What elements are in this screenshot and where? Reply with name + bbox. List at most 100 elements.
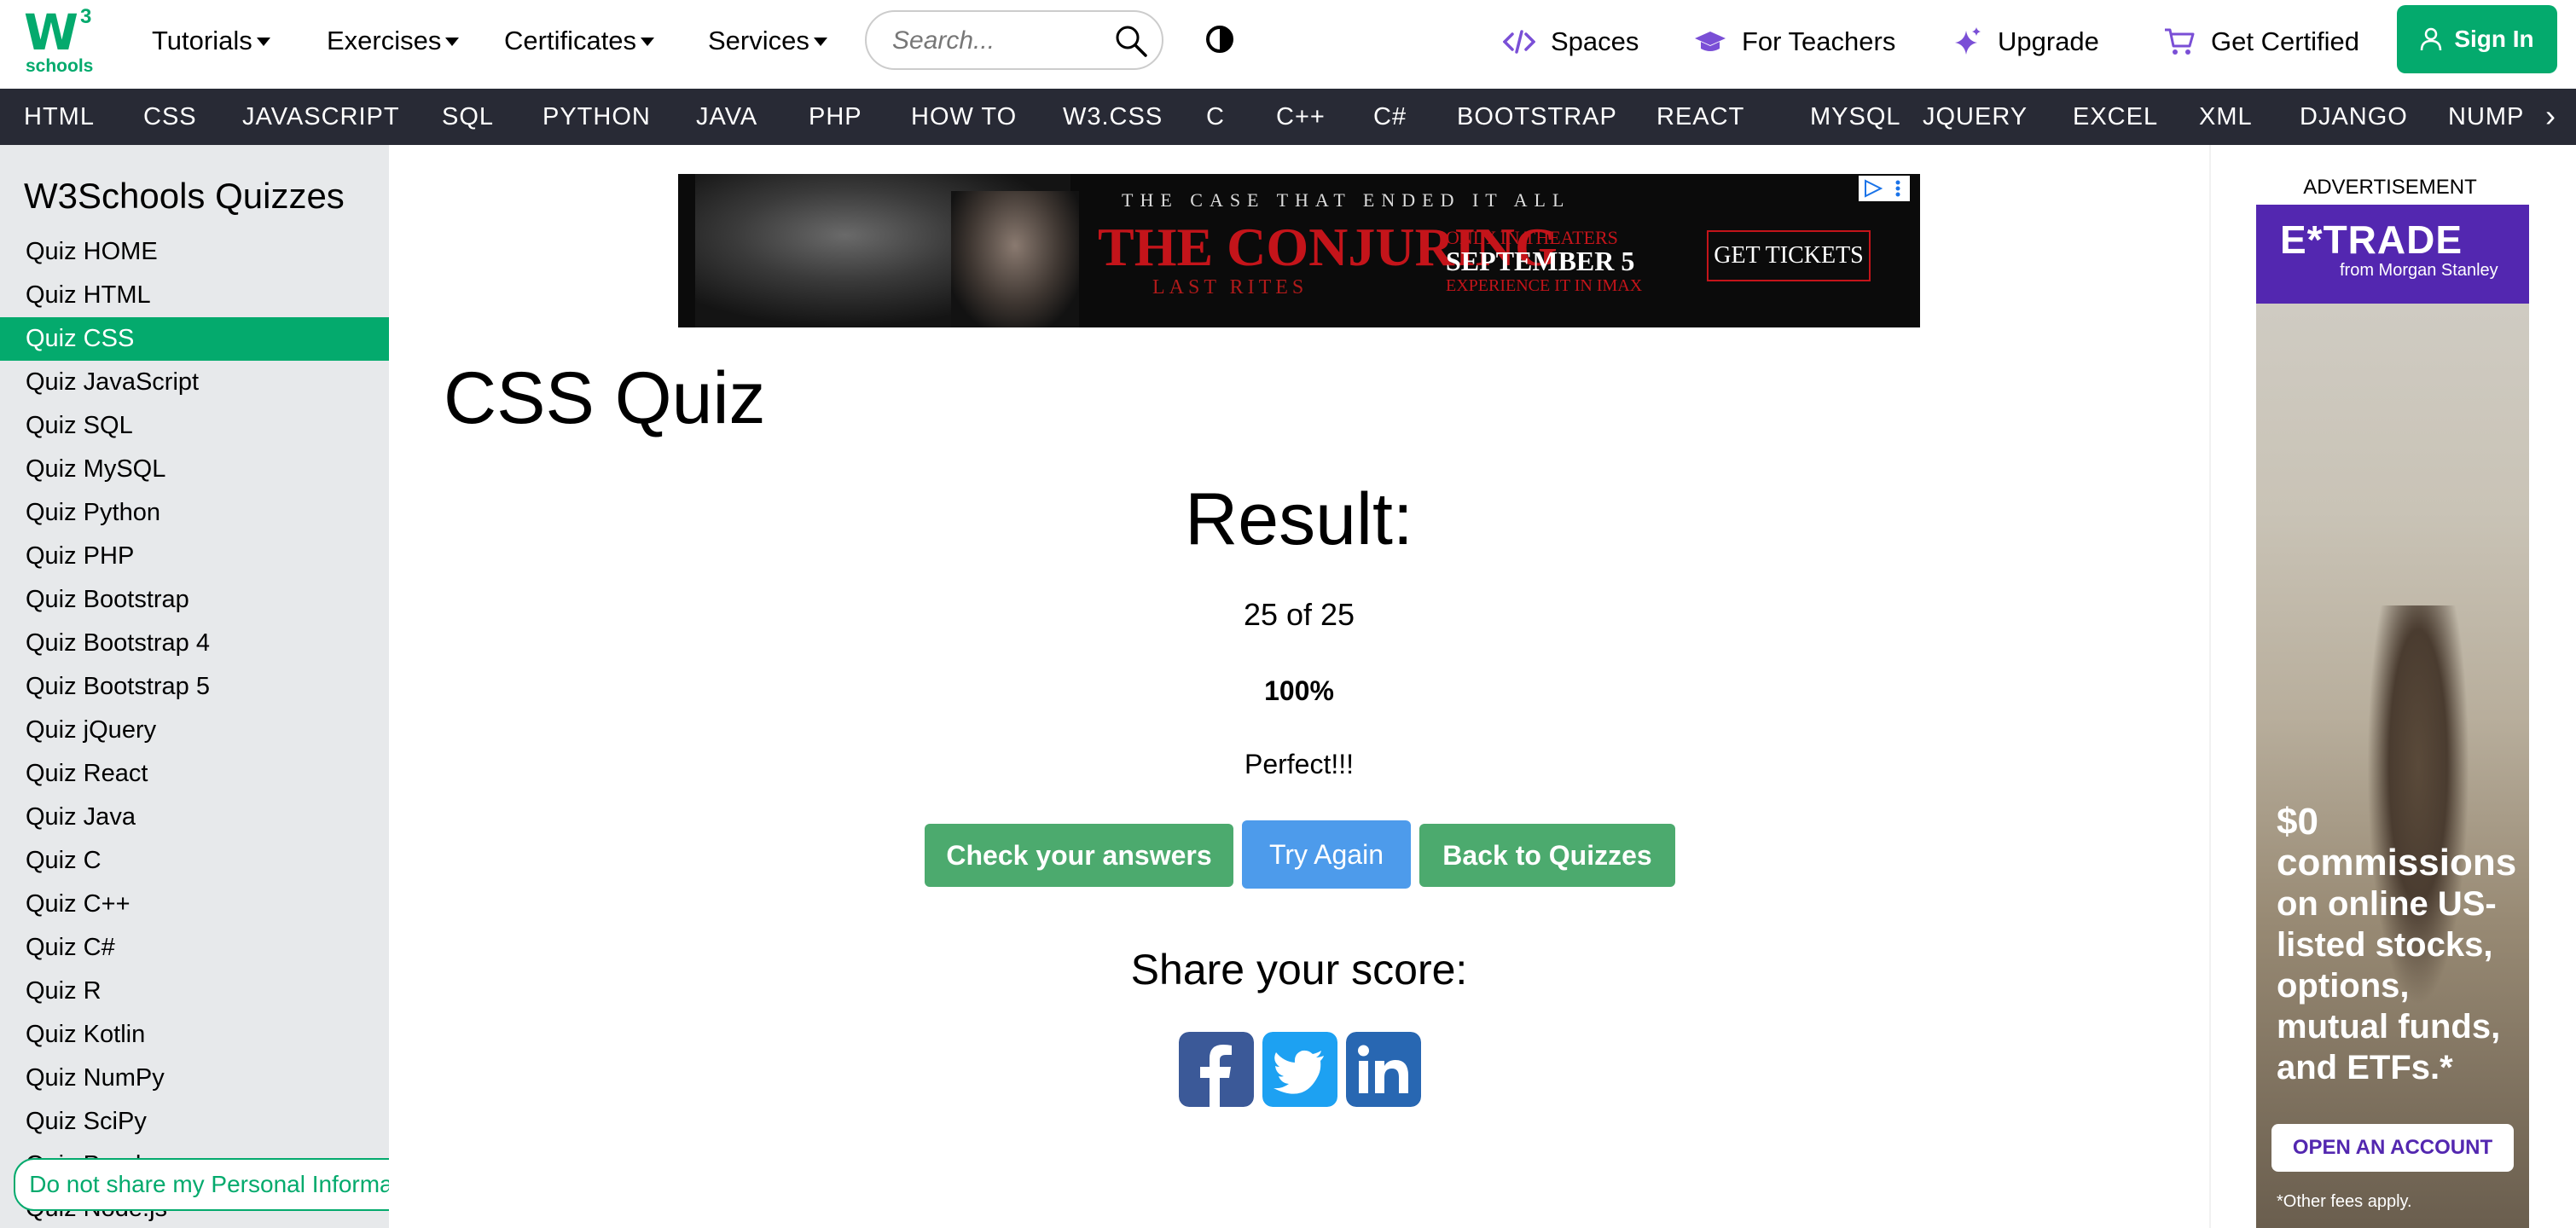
lang-item[interactable]: MYSQL	[1810, 89, 1901, 145]
open-account-button[interactable]: OPEN AN ACCOUNT	[2271, 1124, 2514, 1172]
w3schools-logo[interactable]: W 3 schools	[24, 3, 97, 76]
sidebar-title: W3Schools Quizzes	[24, 176, 345, 216]
sidebar-item[interactable]: Quiz C#	[0, 926, 389, 970]
nav-certificates-label: Certificates	[504, 26, 637, 55]
ad-brand: E*TRADE	[2280, 217, 2463, 262]
facebook-icon[interactable]	[1179, 1032, 1254, 1107]
banner-ad[interactable]: THE CASE THAT ENDED IT ALL THE CONJURING…	[678, 174, 1920, 327]
lang-item[interactable]: CSS	[143, 89, 197, 145]
sidebar-item[interactable]: Quiz React	[0, 752, 389, 796]
caret-down-icon	[813, 38, 827, 46]
ad-line-2: SEPTEMBER 5	[1446, 246, 1635, 276]
sidebar-item[interactable]: Quiz C++	[0, 883, 389, 926]
ad-copy: $0 commissions on online US-listed stock…	[2277, 802, 2524, 1088]
sidebar-item[interactable]: Quiz Bootstrap 5	[0, 665, 389, 709]
sidebar-item[interactable]: Quiz JavaScript	[0, 361, 389, 404]
sidebar-item[interactable]: Quiz PHP	[0, 535, 389, 578]
sidebar-item[interactable]: Quiz Python	[0, 491, 389, 535]
back-to-quizzes-button[interactable]: Back to Quizzes	[1419, 824, 1675, 887]
upgrade-link[interactable]: Upgrade	[1953, 22, 2099, 61]
search-input[interactable]	[892, 22, 1105, 60]
twitter-icon[interactable]	[1262, 1032, 1337, 1107]
sidebar-item[interactable]: Quiz NumPy	[0, 1057, 389, 1100]
ad-image-secondary	[951, 191, 1079, 327]
ad-subtitle: LAST RITES	[1152, 276, 1308, 298]
sidebar-item[interactable]: Quiz jQuery	[0, 709, 389, 752]
cart-icon	[2165, 28, 2195, 55]
page-title: CSS Quiz	[444, 357, 766, 439]
nav-certificates[interactable]: Certificates	[504, 24, 655, 58]
ad-copy-headline: $0 commissions	[2277, 801, 2517, 883]
spaces-link[interactable]: Spaces	[1503, 22, 1639, 61]
lang-item[interactable]: REACT	[1656, 89, 1744, 145]
sign-in-button[interactable]: Sign In	[2397, 5, 2557, 73]
get-certified-label: Get Certified	[2211, 26, 2360, 56]
sidebar-item-active[interactable]: Quiz CSS	[0, 317, 389, 361]
lang-item[interactable]: HTML	[24, 89, 95, 145]
for-teachers-link[interactable]: For Teachers	[1694, 22, 1895, 61]
ad-tagline: THE CASE THAT ENDED IT ALL	[1122, 189, 1571, 211]
sidebar-item[interactable]: Quiz SQL	[0, 404, 389, 448]
caret-down-icon	[256, 38, 270, 46]
lang-item[interactable]: JAVA	[696, 89, 757, 145]
advertisement-label: ADVERTISEMENT	[2303, 176, 2477, 199]
for-teachers-label: For Teachers	[1742, 26, 1896, 56]
check-answers-button[interactable]: Check your answers	[925, 824, 1233, 887]
try-again-button[interactable]: Try Again	[1242, 820, 1411, 889]
lang-item[interactable]: JAVASCRIPT	[242, 89, 400, 145]
sidebar-item[interactable]: Quiz Kotlin	[0, 1013, 389, 1057]
sidebar-item[interactable]: Quiz Bootstrap 4	[0, 622, 389, 665]
privacy-opt-out-link[interactable]: Do not share my Personal Information	[14, 1158, 447, 1211]
sidebar-item[interactable]: Quiz MySQL	[0, 448, 389, 491]
nav-tutorials-label: Tutorials	[152, 26, 252, 55]
search-icon[interactable]	[1114, 24, 1148, 58]
sidebar-item[interactable]: Quiz Java	[0, 796, 389, 839]
get-certified-link[interactable]: Get Certified	[2163, 22, 2359, 61]
nav-exercises-label: Exercises	[327, 26, 442, 55]
nav-services[interactable]: Services	[708, 24, 827, 58]
lang-item[interactable]: XML	[2199, 89, 2253, 145]
main-content: THE CASE THAT ENDED IT ALL THE CONJURING…	[389, 145, 2209, 1228]
sidebar-item[interactable]: Quiz Bootstrap	[0, 578, 389, 622]
sparkle-icon	[1955, 27, 1981, 55]
sidebar-item[interactable]: Quiz HTML	[0, 274, 389, 317]
dark-mode-toggle-icon[interactable]	[1204, 24, 1235, 55]
ad-brand-sub: from Morgan Stanley	[2340, 261, 2498, 280]
nav-tutorials[interactable]: Tutorials	[152, 24, 270, 58]
lang-item[interactable]: BOOTSTRAP	[1457, 89, 1617, 145]
result-heading: Result:	[1185, 478, 1413, 560]
sidebar-item[interactable]: Quiz SciPy	[0, 1100, 389, 1144]
side-ad[interactable]: E*TRADE from Morgan Stanley $0 commissio…	[2256, 205, 2529, 1228]
share-heading: Share your score:	[1130, 946, 1468, 993]
nav-exercises[interactable]: Exercises	[327, 24, 460, 58]
ad-choices-icon[interactable]	[1859, 176, 1910, 201]
lang-item[interactable]: C	[1206, 89, 1225, 145]
ad-line-3: EXPERIENCE IT IN IMAX	[1446, 276, 1643, 295]
scroll-right-icon[interactable]: ›	[2525, 89, 2576, 145]
linkedin-icon[interactable]	[1346, 1032, 1421, 1107]
ad-fine-print: *Other fees apply.	[2277, 1192, 2412, 1211]
ad-get-tickets-button[interactable]: GET TICKETS	[1707, 230, 1871, 281]
sidebar-item[interactable]: Quiz HOME	[0, 230, 389, 274]
lang-item[interactable]: PHP	[809, 89, 862, 145]
lang-item[interactable]: EXCEL	[2073, 89, 2158, 145]
sidebar-item[interactable]: Quiz C	[0, 839, 389, 883]
user-icon	[2421, 27, 2442, 51]
lang-item[interactable]: PYTHON	[542, 89, 651, 145]
lang-item[interactable]: JQUERY	[1923, 89, 2028, 145]
sidebar-item[interactable]: Quiz R	[0, 970, 389, 1013]
search-box	[865, 10, 1163, 70]
lang-item[interactable]: C#	[1373, 89, 1407, 145]
sidebar: W3Schools Quizzes Quiz HOME Quiz HTML Qu…	[0, 145, 389, 1228]
logo-mark: W	[24, 3, 78, 61]
top-header: W 3 schools Tutorials Exercises Certific…	[0, 0, 2576, 89]
score-percent: 100%	[1264, 675, 1334, 706]
lang-item[interactable]: HOW TO	[911, 89, 1017, 145]
lang-item[interactable]: DJANGO	[2300, 89, 2408, 145]
language-bar: HTML CSS JAVASCRIPT SQL PYTHON JAVA PHP …	[0, 89, 2576, 145]
lang-item[interactable]: W3.CSS	[1063, 89, 1163, 145]
lang-item[interactable]: SQL	[442, 89, 494, 145]
score-text: 25 of 25	[1243, 597, 1355, 632]
lang-item[interactable]: C++	[1276, 89, 1326, 145]
score-verdict: Perfect!!!	[1244, 749, 1355, 779]
